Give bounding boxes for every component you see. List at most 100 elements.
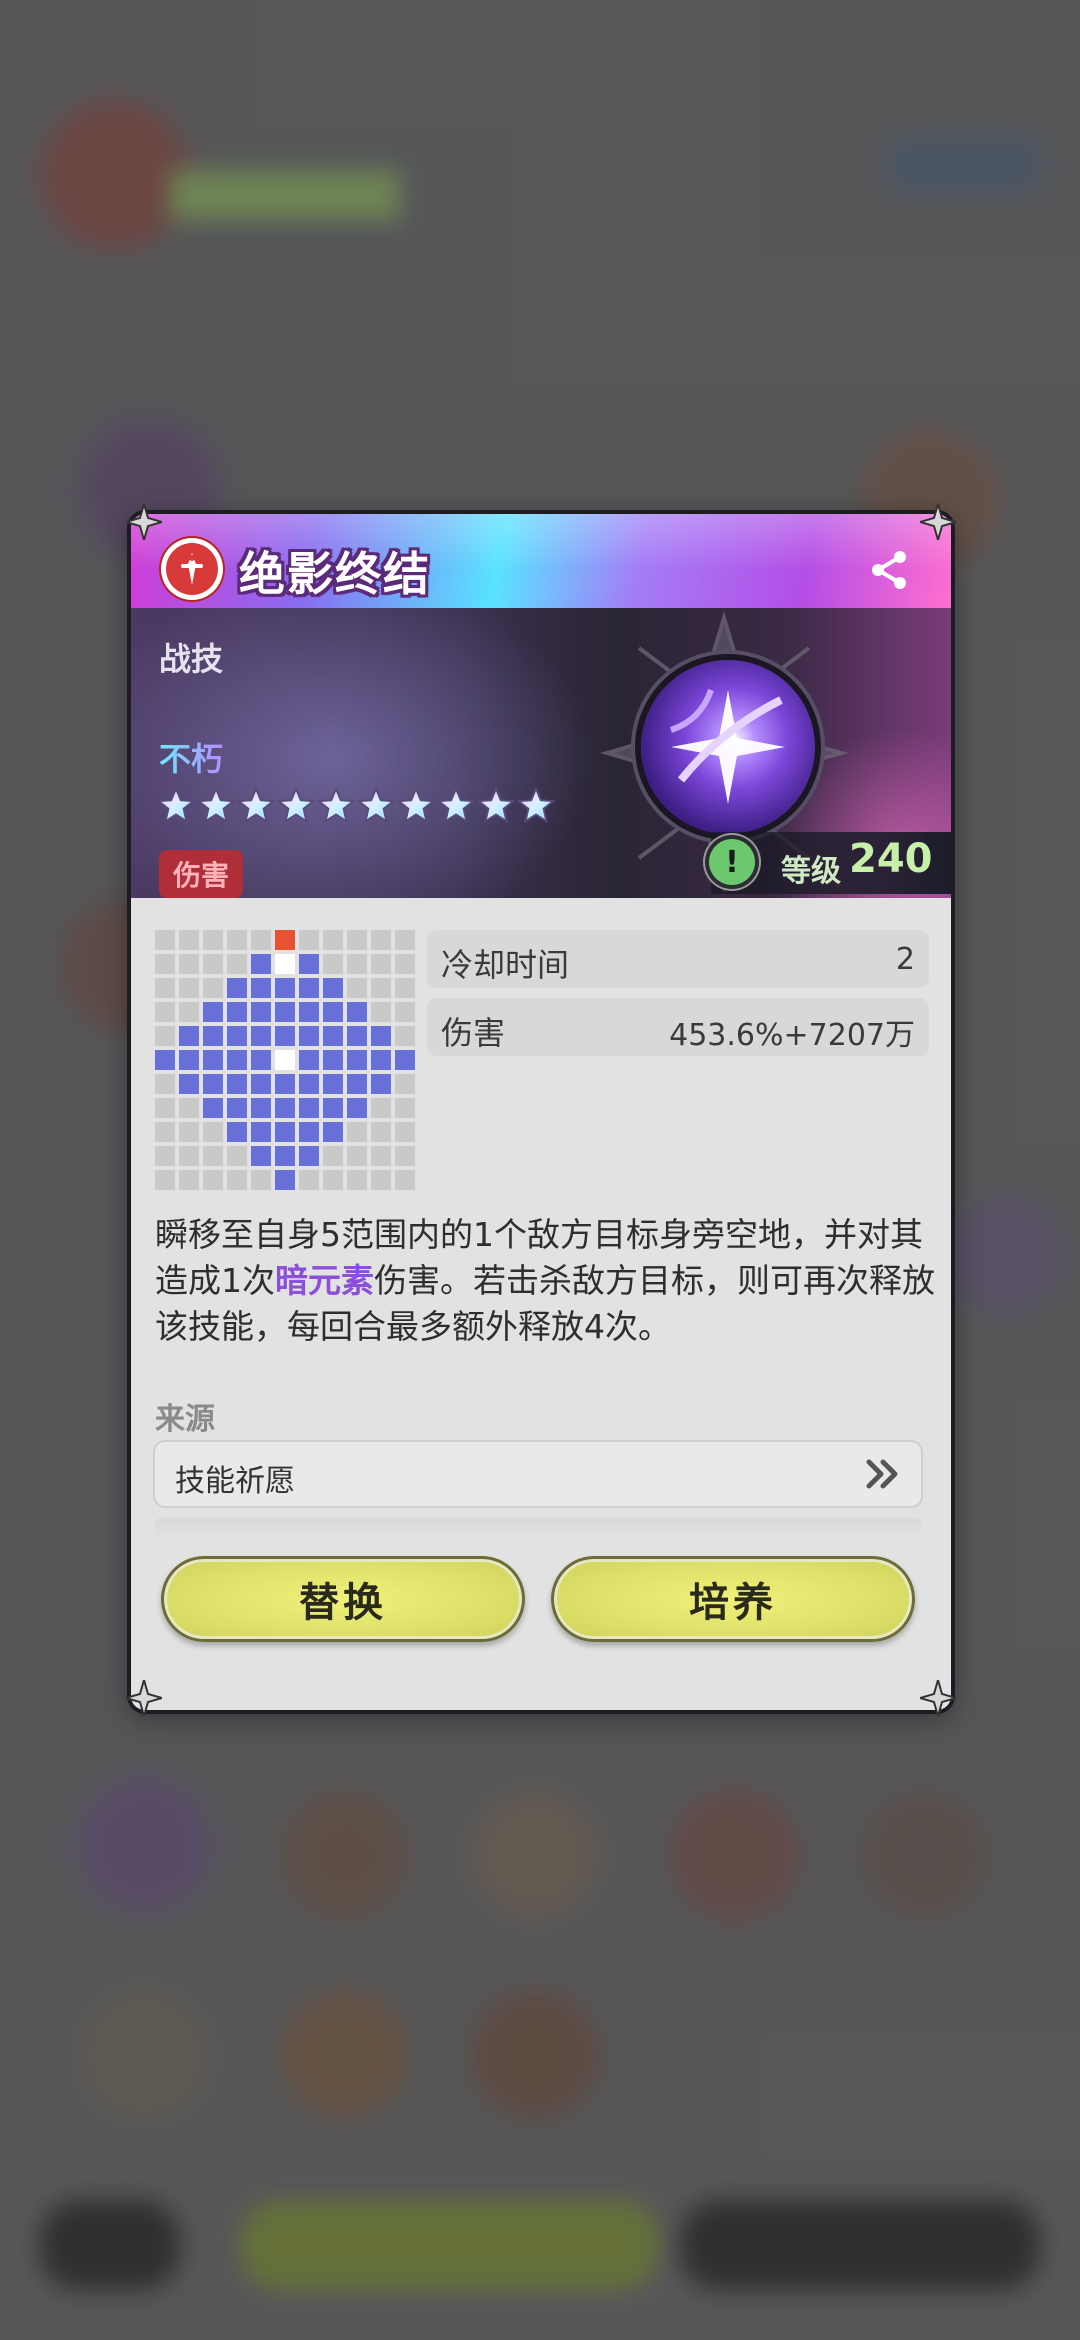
range-cell-empty bbox=[227, 1170, 247, 1190]
range-cell-center bbox=[275, 1050, 295, 1070]
replace-button[interactable]: 替换 bbox=[161, 1556, 525, 1642]
range-cell-in-range bbox=[347, 1098, 367, 1118]
stat-value: 2 bbox=[895, 942, 915, 977]
range-cell-in-range bbox=[203, 1026, 223, 1046]
range-cell-in-range bbox=[275, 1002, 295, 1022]
range-cell-in-range bbox=[251, 1122, 271, 1142]
range-cell-in-range bbox=[347, 1074, 367, 1094]
range-cell-in-range bbox=[275, 978, 295, 998]
range-cell-empty bbox=[155, 1002, 175, 1022]
range-cell-in-range bbox=[227, 1026, 247, 1046]
damage-tag-badge: 伤害 bbox=[159, 850, 244, 898]
star-icon bbox=[317, 786, 355, 824]
range-cell-in-range bbox=[275, 1170, 295, 1190]
range-cell-in-range bbox=[179, 1050, 199, 1070]
star-icon bbox=[437, 786, 475, 824]
range-cell-in-range bbox=[203, 1098, 223, 1118]
range-cell-empty bbox=[155, 1098, 175, 1118]
range-cell-empty bbox=[155, 954, 175, 974]
range-cell-in-range bbox=[179, 1026, 199, 1046]
range-cell-empty bbox=[251, 1170, 271, 1190]
range-cell-empty bbox=[347, 930, 367, 950]
range-cell-empty bbox=[395, 1122, 415, 1142]
divider bbox=[155, 1518, 921, 1540]
range-cell-empty bbox=[371, 1002, 391, 1022]
range-cell-empty bbox=[179, 1098, 199, 1118]
star-icon bbox=[277, 786, 315, 824]
corner-ornament-icon bbox=[122, 500, 166, 544]
range-cell-empty bbox=[251, 930, 271, 950]
range-cell-empty bbox=[155, 1170, 175, 1190]
range-cell-empty bbox=[395, 978, 415, 998]
skill-name: 绝影终结 bbox=[239, 547, 431, 601]
range-cell-in-range bbox=[347, 1026, 367, 1046]
range-cell-in-range bbox=[395, 1050, 415, 1070]
corner-ornament-icon bbox=[916, 1676, 960, 1720]
range-cell-in-range bbox=[203, 1002, 223, 1022]
range-cell-empty bbox=[395, 1074, 415, 1094]
range-cell-in-range bbox=[371, 1074, 391, 1094]
range-cell-empty bbox=[203, 930, 223, 950]
range-cell-in-range bbox=[227, 1122, 247, 1142]
star-icon bbox=[517, 786, 555, 824]
range-cell-in-range bbox=[251, 1002, 271, 1022]
range-cell-empty bbox=[371, 1122, 391, 1142]
range-cell-in-range bbox=[323, 1074, 343, 1094]
star-rating bbox=[157, 786, 555, 824]
range-cell-in-range bbox=[299, 1050, 319, 1070]
range-cell-in-range bbox=[203, 1050, 223, 1070]
range-cell-in-range bbox=[323, 1122, 343, 1142]
star-icon bbox=[357, 786, 395, 824]
upgrade-button[interactable]: 培养 bbox=[551, 1556, 915, 1642]
skill-detail-dialog: 绝影终结 战技 不朽 伤害 ! 等级 240 冷却时间 2 伤害 453.6%+… bbox=[131, 514, 951, 1710]
skill-description: 瞬移至自身5范围内的1个敌方目标身旁空地，并对其造成1次暗元素伤害。若击杀敌方目… bbox=[155, 1212, 935, 1350]
range-cell-in-range bbox=[371, 1026, 391, 1046]
range-cell-in-range bbox=[227, 1002, 247, 1022]
range-cell-empty bbox=[155, 978, 175, 998]
range-cell-empty bbox=[371, 1170, 391, 1190]
range-cell-empty bbox=[155, 930, 175, 950]
range-cell-in-range bbox=[203, 1074, 223, 1094]
stat-value: 453.6%+7207万 bbox=[669, 1018, 915, 1053]
range-cell-in-range bbox=[299, 1074, 319, 1094]
range-cell-empty bbox=[299, 930, 319, 950]
range-cell-empty bbox=[395, 1170, 415, 1190]
range-cell-in-range bbox=[299, 978, 319, 998]
range-cell-empty bbox=[323, 1146, 343, 1166]
info-icon[interactable]: ! bbox=[709, 839, 755, 885]
range-cell-in-range bbox=[299, 1026, 319, 1046]
stat-label: 冷却时间 bbox=[441, 946, 570, 984]
upgrade-button-label: 培养 bbox=[689, 1580, 777, 1626]
range-cell-empty bbox=[371, 1146, 391, 1166]
range-cell-empty bbox=[395, 1026, 415, 1046]
skill-portrait-icon bbox=[641, 660, 815, 834]
range-cell-empty bbox=[395, 1146, 415, 1166]
source-link-row[interactable]: 技能祈愿 bbox=[155, 1442, 921, 1506]
source-item-text: 技能祈愿 bbox=[175, 1464, 295, 1499]
range-cell-empty bbox=[299, 1170, 319, 1190]
range-cell-in-range bbox=[323, 1002, 343, 1022]
share-icon[interactable] bbox=[867, 548, 911, 592]
range-cell-empty bbox=[323, 954, 343, 974]
range-cell-empty bbox=[155, 1074, 175, 1094]
range-cell-in-range bbox=[227, 1098, 247, 1118]
range-cell-empty bbox=[203, 978, 223, 998]
range-cell-in-range bbox=[371, 1050, 391, 1070]
range-cell-empty bbox=[323, 1170, 343, 1190]
skill-type-label: 战技 bbox=[159, 640, 224, 678]
range-cell-empty bbox=[347, 1146, 367, 1166]
range-cell-empty bbox=[179, 954, 199, 974]
range-cell-in-range bbox=[275, 1122, 295, 1142]
range-cell-origin bbox=[275, 954, 295, 974]
range-cell-empty bbox=[347, 954, 367, 974]
range-cell-empty bbox=[179, 978, 199, 998]
range-cell-empty bbox=[179, 1170, 199, 1190]
range-cell-empty bbox=[155, 1026, 175, 1046]
range-cell-in-range bbox=[251, 1050, 271, 1070]
range-cell-empty bbox=[227, 930, 247, 950]
range-cell-empty bbox=[203, 1122, 223, 1142]
element-keyword: 暗元素 bbox=[275, 1261, 374, 1300]
range-cell-empty bbox=[371, 978, 391, 998]
range-cell-in-range bbox=[275, 1026, 295, 1046]
level-value: 240 bbox=[849, 836, 933, 882]
